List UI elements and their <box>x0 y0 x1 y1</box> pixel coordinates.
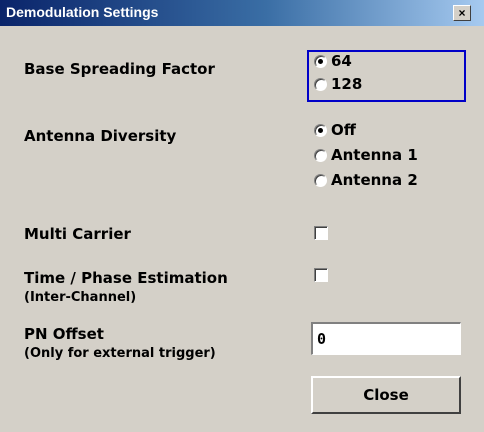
dialog-title: Demodulation Settings <box>6 4 159 20</box>
radio-antenna-1-label[interactable]: Antenna 1 <box>331 146 418 164</box>
radio-antenna-off[interactable] <box>314 124 327 137</box>
pn-offset-sublabel: (Only for external trigger) <box>24 346 216 361</box>
radio-antenna-2-label[interactable]: Antenna 2 <box>331 171 418 189</box>
time-phase-estimation-label: Time / Phase Estimation <box>24 269 228 287</box>
title-bar[interactable]: Demodulation Settings × <box>0 0 484 26</box>
pn-offset-input[interactable]: 0 <box>311 322 461 355</box>
pn-offset-label: PN Offset <box>24 325 104 343</box>
multi-carrier-label: Multi Carrier <box>24 225 131 243</box>
antenna-diversity-label: Antenna Diversity <box>24 127 177 145</box>
demodulation-settings-dialog: Demodulation Settings × Base Spreading F… <box>0 0 484 432</box>
multi-carrier-checkbox[interactable] <box>314 226 328 240</box>
radio-sf-64[interactable] <box>314 55 327 68</box>
base-spreading-factor-label: Base Spreading Factor <box>24 60 215 78</box>
time-phase-estimation-checkbox[interactable] <box>314 268 328 282</box>
radio-antenna-2[interactable] <box>314 174 327 187</box>
radio-sf-64-label[interactable]: 64 <box>331 52 352 70</box>
radio-sf-128[interactable] <box>314 78 327 91</box>
close-button[interactable]: Close <box>311 376 461 414</box>
time-phase-estimation-sublabel: (Inter-Channel) <box>24 290 137 305</box>
radio-antenna-off-label[interactable]: Off <box>331 121 356 139</box>
close-icon[interactable]: × <box>453 5 471 21</box>
radio-antenna-1[interactable] <box>314 149 327 162</box>
radio-sf-128-label[interactable]: 128 <box>331 75 362 93</box>
